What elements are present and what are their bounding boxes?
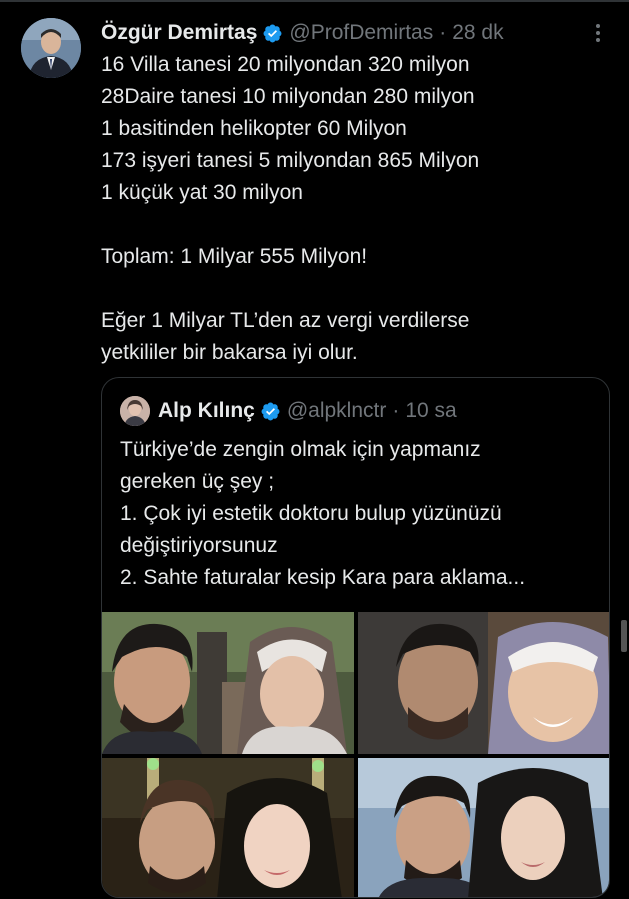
media-photo-4[interactable] bbox=[358, 758, 609, 897]
tweet-line: 1 basitinden helikopter 60 Milyon bbox=[101, 117, 407, 140]
more-options-icon[interactable] bbox=[585, 18, 611, 48]
quote-line: değiştiriyorsunuz bbox=[120, 534, 278, 557]
quoted-tweet[interactable]: Alp Kılınç @alpklnctr · 10 sa Türkiye’de… bbox=[101, 377, 610, 898]
quote-timestamp[interactable]: 10 sa bbox=[405, 399, 456, 423]
tweet-line: 1 küçük yat 30 milyon bbox=[101, 181, 303, 204]
tweet-line: Toplam: 1 Milyar 555 Milyon! bbox=[101, 245, 368, 268]
separator-dot: · bbox=[392, 399, 400, 422]
quote-line: Türkiye’de zengin olmak için yapmanız bbox=[120, 438, 481, 461]
quote-header: Alp Kılınç @alpklnctr · 10 sa bbox=[120, 396, 457, 426]
verified-badge-icon bbox=[263, 24, 282, 42]
quote-line: 1. Çok iyi estetik doktoru bulup yüzünüz… bbox=[120, 502, 502, 525]
tweet-line: 28Daire tanesi 10 milyondan 280 milyon bbox=[101, 85, 475, 108]
scrollbar-thumb[interactable] bbox=[621, 620, 627, 652]
quote-author-handle[interactable]: @alpklnctr bbox=[287, 399, 387, 423]
quote-text: Türkiye’de zengin olmak için yapmanız ge… bbox=[120, 434, 600, 594]
quote-media-grid bbox=[102, 612, 609, 897]
quote-line: 2. Sahte faturalar kesip Kara para aklam… bbox=[120, 566, 526, 589]
tweet-line: 16 Villa tanesi 20 milyondan 320 milyon bbox=[101, 53, 470, 76]
author-avatar[interactable] bbox=[21, 18, 81, 78]
quote-author-avatar[interactable] bbox=[120, 396, 150, 426]
media-photo-2[interactable] bbox=[358, 612, 609, 754]
media-photo-1[interactable] bbox=[102, 612, 354, 754]
tweet-timestamp[interactable]: 28 dk bbox=[452, 21, 503, 45]
tweet-text: 16 Villa tanesi 20 milyondan 320 milyon … bbox=[101, 49, 601, 369]
media-photo-3[interactable] bbox=[102, 758, 354, 897]
quote-author-name[interactable]: Alp Kılınç bbox=[158, 399, 255, 423]
tweet-header: Özgür Demirtaş @ProfDemirtas · 28 dk bbox=[101, 18, 504, 48]
separator-dot: · bbox=[439, 21, 447, 44]
quote-line: gereken üç şey ; bbox=[120, 470, 275, 493]
author-handle[interactable]: @ProfDemirtas bbox=[289, 21, 433, 45]
tweet-line: yetkililer bir bakarsa iyi olur. bbox=[101, 341, 358, 364]
tweet-line: Eğer 1 Milyar TL’den az vergi verdilerse bbox=[101, 309, 470, 332]
verified-badge-icon bbox=[261, 402, 280, 420]
tweet-line: 173 işyeri tanesi 5 milyondan 865 Milyon bbox=[101, 149, 480, 172]
author-name[interactable]: Özgür Demirtaş bbox=[101, 21, 257, 45]
top-divider bbox=[0, 0, 629, 2]
